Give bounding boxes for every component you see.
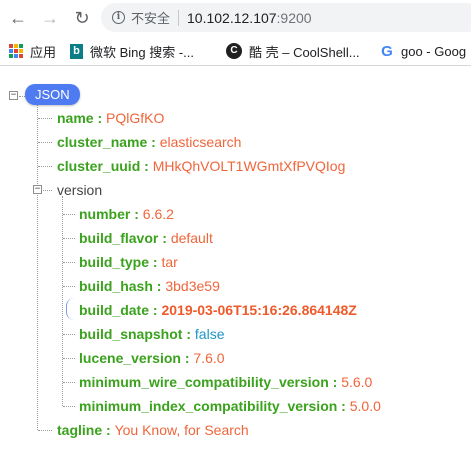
tree-connector (38, 166, 52, 167)
address-bar[interactable]: i 不安全 10.102.12.107:9200 (101, 3, 471, 32)
tree-connector (38, 118, 52, 119)
apps-grid-icon (9, 44, 23, 58)
json-value: false (194, 326, 225, 342)
json-row-cluster-name[interactable]: cluster_name : elasticsearch (57, 132, 241, 152)
collapse-version-toggle[interactable]: − (33, 185, 42, 194)
json-row-number[interactable]: number : 6.6.2 (79, 204, 174, 224)
json-row-build-flavor[interactable]: build_flavor : default (79, 228, 213, 248)
bookmark-label: 应用 (30, 44, 57, 60)
tree-connector (63, 406, 75, 407)
json-row-min-index-compat[interactable]: minimum_index_compatibility_version : 5.… (79, 396, 381, 416)
tree-connector (63, 334, 75, 335)
key-separator: : (158, 230, 171, 246)
json-row-tagline[interactable]: tagline : You Know, for Search (57, 420, 249, 440)
json-key: number (79, 206, 131, 222)
json-key: minimum_wire_compatibility_version (79, 374, 329, 390)
json-row-version[interactable]: version (57, 180, 102, 200)
coolshell-icon: C (226, 43, 242, 59)
json-value: 2019-03-06T15:16:26.864148Z (161, 302, 357, 318)
key-separator: : (152, 278, 166, 294)
key-separator: : (180, 350, 194, 366)
key-separator: : (182, 326, 195, 342)
tree-guide-version (62, 196, 63, 406)
url-host[interactable]: 10.102.12.107 (187, 10, 277, 26)
json-key: tagline (57, 422, 103, 438)
collapse-root-toggle[interactable]: − (9, 91, 18, 100)
json-row-name[interactable]: name : PQlGfKO (57, 108, 164, 128)
hover-bracket-marker (66, 298, 74, 320)
key-separator: : (130, 206, 143, 222)
tree-connector (63, 358, 75, 359)
json-value: 5.0.0 (349, 398, 381, 414)
json-value: MHkQhVOLT1WGmtXfPVQIog (152, 158, 346, 174)
json-row-build-type[interactable]: build_type : tar (79, 252, 178, 272)
json-key: build_snapshot (79, 326, 183, 342)
json-value: PQlGfKO (106, 110, 165, 126)
json-value: 6.6.2 (142, 206, 174, 222)
json-row-min-wire-compat[interactable]: minimum_wire_compatibility_version : 5.6… (79, 372, 372, 392)
json-value: elasticsearch (159, 134, 242, 150)
key-separator: : (337, 398, 350, 414)
tree-connector (63, 238, 75, 239)
json-row-build-date[interactable]: build_date : 2019-03-06T15:16:26.864148Z (79, 300, 357, 320)
reload-icon[interactable]: ↻ (70, 6, 94, 30)
json-key: minimum_index_compatibility_version (79, 398, 338, 414)
back-arrow-icon[interactable]: ← (6, 6, 30, 30)
json-key: cluster_name (57, 134, 148, 150)
key-separator: : (102, 422, 115, 438)
json-key: version (57, 182, 103, 198)
json-key: name (57, 110, 94, 126)
json-root-badge[interactable]: JSON (25, 84, 80, 105)
security-label[interactable]: 不安全 (131, 8, 170, 27)
tree-connector (63, 382, 75, 383)
json-key: lucene_version (79, 350, 181, 366)
json-key: build_flavor (79, 230, 159, 246)
url-port[interactable]: :9200 (277, 10, 312, 26)
json-row-lucene-version[interactable]: lucene_version : 7.6.0 (79, 348, 225, 368)
bookmark-coolshell[interactable]: C 酷 壳 – CoolShell... (226, 41, 360, 61)
key-separator: : (147, 134, 160, 150)
bookmark-label: 微软 Bing 搜索 -... (90, 44, 195, 60)
key-separator: : (149, 254, 162, 270)
google-icon: G (381, 42, 393, 60)
address-separator (178, 9, 180, 26)
tree-connector (63, 262, 75, 263)
bookmark-bing[interactable]: b 微软 Bing 搜索 -... (70, 41, 194, 61)
json-value: 5.6.0 (341, 374, 373, 390)
bookmark-apps[interactable]: 应用 (9, 41, 56, 61)
tree-connector (43, 190, 52, 191)
key-separator: : (140, 158, 153, 174)
json-value: You Know, for Search (114, 422, 249, 438)
json-value: 3bd3e59 (165, 278, 220, 294)
json-value: default (170, 230, 213, 246)
key-separator: : (93, 110, 107, 126)
key-separator: : (149, 302, 162, 318)
json-key: build_hash (79, 278, 153, 294)
json-row-build-hash[interactable]: build_hash : 3bd3e59 (79, 276, 220, 296)
bookmark-label: 酷 壳 – CoolShell... (249, 44, 360, 60)
tree-connector (38, 142, 52, 143)
json-key: build_type (79, 254, 150, 270)
bing-icon: b (70, 43, 83, 59)
info-icon[interactable]: i (112, 11, 125, 24)
bookmarks-bar: 应用 b 微软 Bing 搜索 -... C 酷 壳 – CoolShell..… (0, 36, 471, 66)
json-value: 7.6.0 (193, 350, 225, 366)
tree-connector (38, 430, 52, 431)
json-value: tar (161, 254, 178, 270)
browser-toolbar: ← → ↻ i 不安全 10.102.12.107:9200 (0, 0, 471, 36)
key-separator: : (328, 374, 342, 390)
bookmark-google[interactable]: G goo - Goog (380, 41, 466, 61)
tree-guide-root (37, 102, 38, 430)
json-row-cluster-uuid[interactable]: cluster_uuid : MHkQhVOLT1WGmtXfPVQIog (57, 156, 345, 176)
bookmark-label: goo - Goog (401, 43, 467, 59)
json-key: cluster_uuid (57, 158, 141, 174)
tree-connector (63, 214, 75, 215)
tree-connector (63, 286, 75, 287)
forward-arrow-icon[interactable]: → (38, 6, 62, 30)
json-row-build-snapshot[interactable]: build_snapshot : false (79, 324, 224, 344)
json-key: build_date (79, 302, 150, 318)
